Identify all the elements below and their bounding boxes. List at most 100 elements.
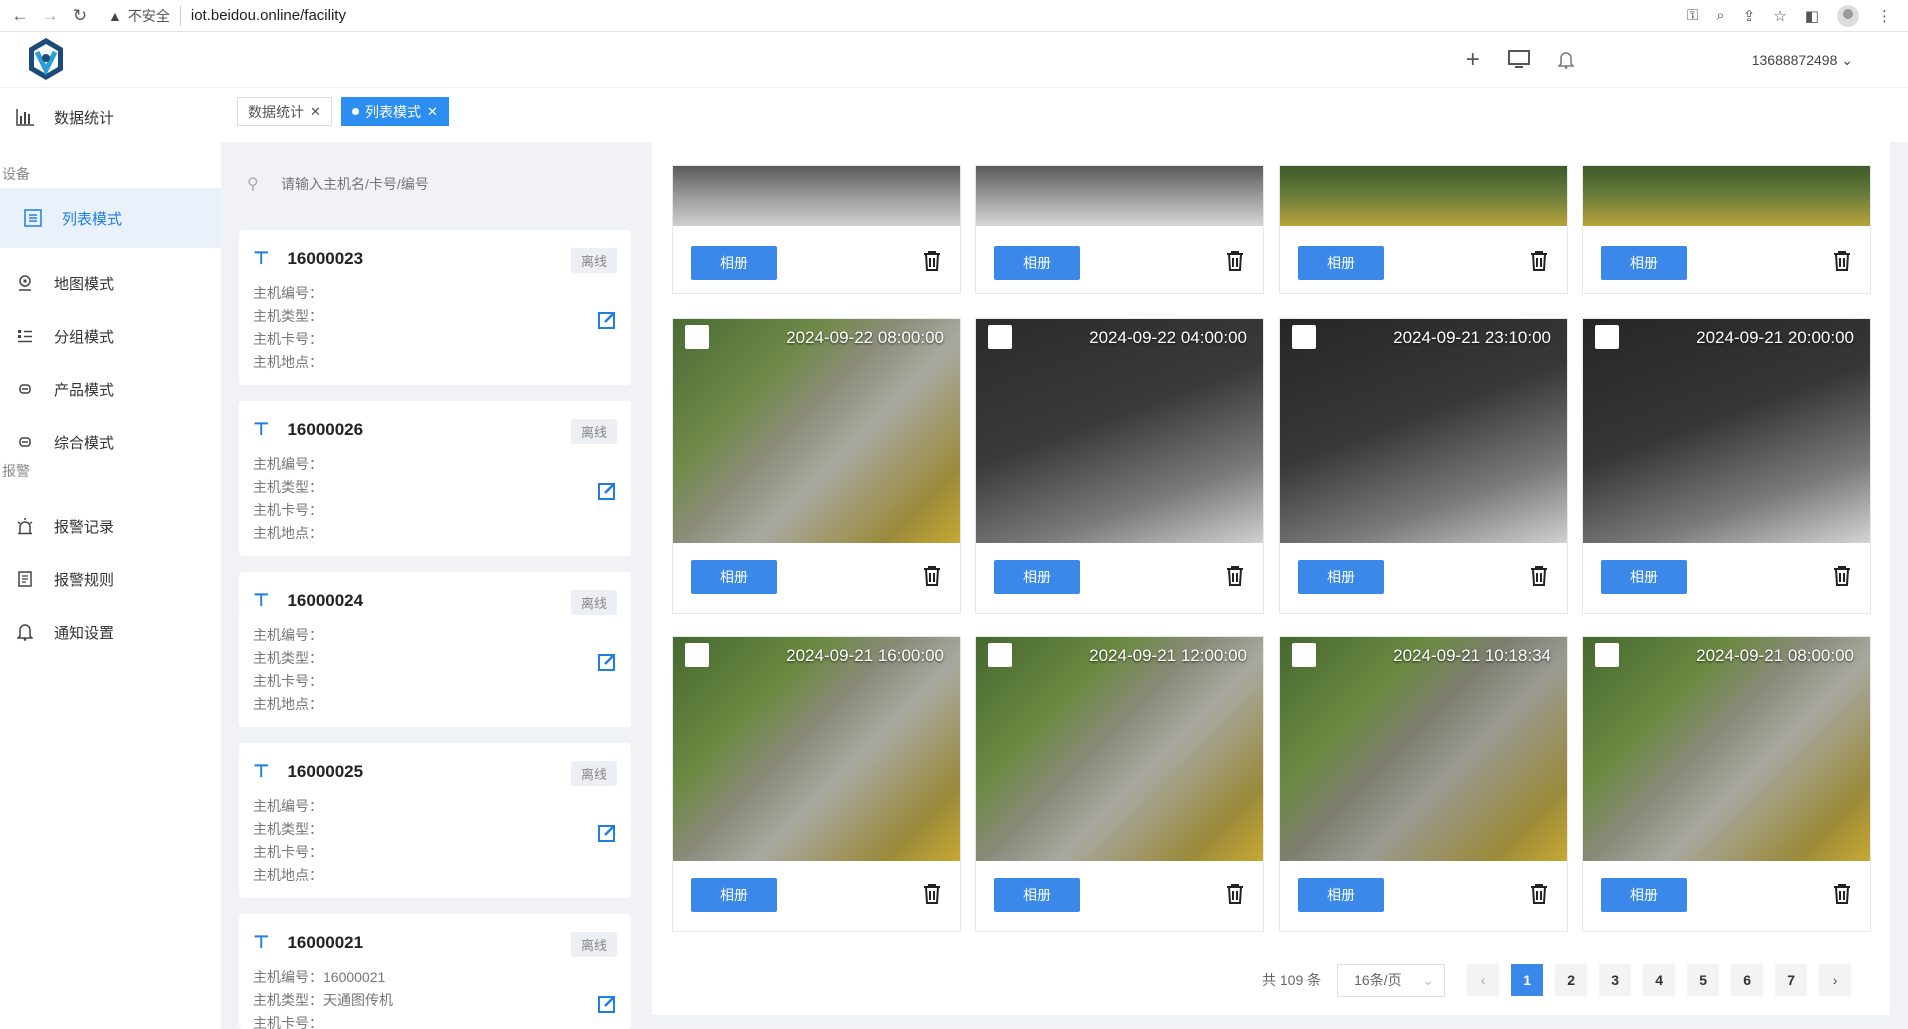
photo-thumbnail[interactable] xyxy=(1280,637,1567,861)
edit-icon[interactable] xyxy=(597,652,617,672)
photo-card[interactable]: 2024-09-21 10:18:34 相册 xyxy=(1279,636,1568,932)
sidebar-item-alarm-records[interactable]: 报警记录 xyxy=(0,497,221,555)
edit-icon[interactable] xyxy=(597,994,617,1014)
page-button[interactable]: 7 xyxy=(1775,964,1808,996)
trash-icon[interactable] xyxy=(922,250,942,272)
album-button[interactable]: 相册 xyxy=(994,560,1080,594)
album-button[interactable]: 相册 xyxy=(1298,246,1384,280)
photo-card[interactable]: 2024-09-21 12:00:00 相册 xyxy=(975,636,1264,932)
close-icon[interactable]: ✕ xyxy=(310,104,321,120)
close-icon[interactable]: ✕ xyxy=(427,104,438,120)
select-checkbox[interactable] xyxy=(1595,643,1619,667)
photo-card[interactable]: 2024-09-21 08:00:00 相册 xyxy=(1582,636,1871,932)
select-checkbox[interactable] xyxy=(1595,325,1619,349)
edit-icon[interactable] xyxy=(597,823,617,843)
star-icon[interactable]: ☆ xyxy=(1773,7,1786,25)
trash-icon[interactable] xyxy=(1529,565,1549,587)
device-card[interactable]: ⊤ 16000023 离线 主机编号： 主机类型： 主机卡号： 主机地点： xyxy=(239,230,631,385)
sidebar-item-alarm-rules[interactable]: 报警规则 xyxy=(0,550,221,608)
more-icon[interactable]: ⋮ xyxy=(1877,7,1892,25)
photo-card[interactable]: 2024-09-22 08:00:00 相册 xyxy=(672,318,961,614)
photo-thumbnail[interactable] xyxy=(1280,319,1567,543)
trash-icon[interactable] xyxy=(1832,565,1852,587)
page-button[interactable]: 5 xyxy=(1687,964,1720,996)
sidebar-item-notify[interactable]: 通知设置 xyxy=(0,603,221,661)
sidebar-item-product[interactable]: 产品模式 xyxy=(0,360,221,418)
zoom-icon[interactable]: ⌕ xyxy=(1716,7,1724,24)
profile-icon[interactable] xyxy=(1837,4,1859,27)
select-checkbox[interactable] xyxy=(988,643,1012,667)
sidebar-item-composite[interactable]: 综合模式 xyxy=(0,413,221,471)
photo-card[interactable]: 2024-09-21 23:10:00 相册 xyxy=(1279,318,1568,614)
album-button[interactable]: 相册 xyxy=(1298,560,1384,594)
trash-icon[interactable] xyxy=(1225,883,1245,905)
sidebar-item-stats[interactable]: 数据统计 xyxy=(0,88,221,146)
page-button[interactable]: 2 xyxy=(1555,964,1588,996)
share-icon[interactable]: ⇪ xyxy=(1743,7,1756,25)
sidebar-item-group[interactable]: 分组模式 xyxy=(0,307,221,365)
album-button[interactable]: 相册 xyxy=(1298,878,1384,912)
page-size-select[interactable]: 16条/页 ⌄ xyxy=(1337,963,1446,997)
photo-thumbnail[interactable] xyxy=(673,637,960,861)
trash-icon[interactable] xyxy=(922,565,942,587)
select-checkbox[interactable] xyxy=(1292,643,1316,667)
photo-thumbnail[interactable] xyxy=(976,637,1263,861)
page-button[interactable]: 3 xyxy=(1599,964,1632,996)
photo-card[interactable]: 相册 xyxy=(1582,165,1871,294)
album-button[interactable]: 相册 xyxy=(691,246,777,280)
page-button[interactable]: 4 xyxy=(1643,964,1676,996)
album-button[interactable]: 相册 xyxy=(691,560,777,594)
next-page-button[interactable]: › xyxy=(1819,964,1852,996)
photo-card[interactable]: 2024-09-21 16:00:00 相册 xyxy=(672,636,961,932)
album-button[interactable]: 相册 xyxy=(1601,878,1687,912)
trash-icon[interactable] xyxy=(1225,565,1245,587)
edit-icon[interactable] xyxy=(597,310,617,330)
user-menu[interactable]: 13688872498 ⌄ xyxy=(1752,52,1853,69)
sidepanel-icon[interactable]: ◧ xyxy=(1805,7,1819,25)
tab-list-mode[interactable]: 列表模式 ✕ xyxy=(341,97,449,126)
select-checkbox[interactable] xyxy=(988,325,1012,349)
trash-icon[interactable] xyxy=(1225,250,1245,272)
page-button[interactable]: 6 xyxy=(1731,964,1764,996)
key-icon[interactable]: ⚿ xyxy=(1687,7,1698,24)
trash-icon[interactable] xyxy=(1529,250,1549,272)
photo-thumbnail[interactable] xyxy=(1583,637,1870,861)
album-button[interactable]: 相册 xyxy=(994,878,1080,912)
address-bar[interactable]: ▲ 不安全 iot.beidou.online/facility xyxy=(108,3,346,29)
album-button[interactable]: 相册 xyxy=(691,878,777,912)
search-box[interactable]: ⚲ xyxy=(239,164,639,204)
trash-icon[interactable] xyxy=(922,883,942,905)
trash-icon[interactable] xyxy=(1832,883,1852,905)
photo-thumbnail[interactable] xyxy=(1583,166,1870,226)
photo-card[interactable]: 2024-09-22 04:00:00 相册 xyxy=(975,318,1264,614)
album-button[interactable]: 相册 xyxy=(1601,560,1687,594)
add-icon[interactable]: + xyxy=(1466,46,1480,74)
trash-icon[interactable] xyxy=(1832,250,1852,272)
sidebar-item-list[interactable]: 列表模式 xyxy=(0,188,221,248)
device-card[interactable]: ⊤ 16000026 离线 主机编号： 主机类型： 主机卡号： 主机地点： xyxy=(239,401,631,556)
select-checkbox[interactable] xyxy=(685,643,709,667)
forward-icon[interactable]: → xyxy=(40,6,60,26)
trash-icon[interactable] xyxy=(1529,883,1549,905)
tab-stats[interactable]: 数据统计 ✕ xyxy=(237,97,332,126)
photo-thumbnail[interactable] xyxy=(1280,166,1567,226)
select-checkbox[interactable] xyxy=(1292,325,1316,349)
back-icon[interactable]: ← xyxy=(10,6,30,26)
photo-card[interactable]: 相册 xyxy=(1279,165,1568,294)
device-card[interactable]: ⊤ 16000021 离线 主机编号：16000021 主机类型：天通图传机 主机… xyxy=(239,914,631,1029)
search-input[interactable] xyxy=(281,176,601,192)
photo-thumbnail[interactable] xyxy=(1583,319,1870,543)
edit-icon[interactable] xyxy=(597,481,617,501)
monitor-icon[interactable] xyxy=(1507,50,1530,70)
device-card[interactable]: ⊤ 16000025 离线 主机编号： 主机类型： 主机卡号： 主机地点： xyxy=(239,743,631,898)
photo-thumbnail[interactable] xyxy=(673,319,960,543)
page-button[interactable]: 1 xyxy=(1511,964,1544,996)
photo-thumbnail[interactable] xyxy=(673,166,960,226)
photo-card[interactable]: 2024-09-21 20:00:00 相册 xyxy=(1582,318,1871,614)
photo-thumbnail[interactable] xyxy=(976,319,1263,543)
prev-page-button[interactable]: ‹ xyxy=(1467,964,1500,996)
device-card[interactable]: ⊤ 16000024 离线 主机编号： 主机类型： 主机卡号： 主机地点： xyxy=(239,572,631,727)
reload-icon[interactable]: ↻ xyxy=(70,6,90,26)
url-text[interactable]: iot.beidou.online/facility xyxy=(191,7,346,24)
photo-card[interactable]: 相册 xyxy=(672,165,961,294)
